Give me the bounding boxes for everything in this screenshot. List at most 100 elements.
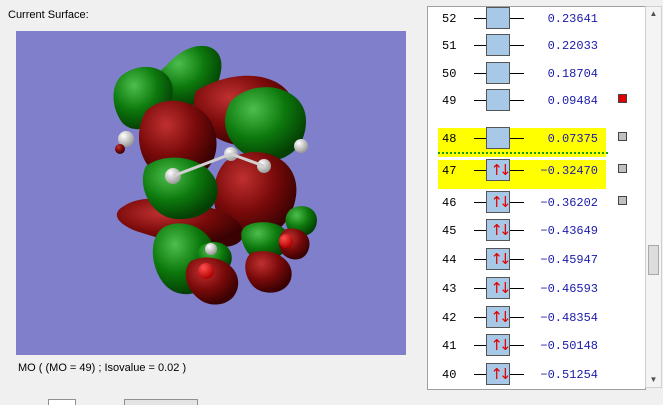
level-line-left bbox=[474, 18, 486, 19]
mo-row[interactable]: 50 0.18704 bbox=[428, 62, 645, 86]
level-line-left bbox=[474, 288, 486, 289]
mo-level-box[interactable]: ↑↓ bbox=[486, 277, 512, 299]
scroll-up-arrow-icon[interactable]: ▲ bbox=[646, 7, 661, 21]
mo-row[interactable]: 51 0.22033 bbox=[428, 34, 645, 58]
mo-row[interactable]: 45 ↑↓ −0.43649 bbox=[428, 219, 645, 243]
molecule-viewport[interactable] bbox=[16, 31, 406, 355]
mo-row[interactable]: 52 0.23641 bbox=[428, 7, 645, 31]
surface-panel: Current Surface: MO ((MO = 49) ; Isoval… bbox=[0, 0, 422, 392]
mo-level-box[interactable]: ↑↓ bbox=[486, 306, 512, 328]
mo-level-box[interactable] bbox=[486, 34, 510, 56]
mo-level-box[interactable]: ↑↓ bbox=[486, 363, 512, 385]
mo-row[interactable]: 44 ↑↓ −0.45947 bbox=[428, 248, 645, 272]
level-line-left bbox=[474, 73, 486, 74]
mo-energy: −0.48354 bbox=[540, 311, 598, 325]
level-line-right bbox=[510, 202, 524, 203]
mo-number: 50 bbox=[442, 67, 457, 81]
mo-energy: −0.32470 bbox=[540, 164, 598, 178]
surface-available-indicator[interactable] bbox=[618, 132, 627, 141]
bottom-toolbar bbox=[0, 393, 663, 405]
mo-number: 44 bbox=[442, 253, 457, 267]
mo-level-box[interactable]: ↑↓ bbox=[486, 248, 512, 270]
mo-row[interactable]: 41 ↑↓ −0.50148 bbox=[428, 334, 645, 358]
spin-pair-icon: ↑↓ bbox=[490, 193, 511, 211]
mo-row[interactable]: 46 ↑↓ −0.36202 bbox=[428, 191, 645, 215]
scroll-thumb[interactable] bbox=[648, 245, 659, 275]
mo-energy: −0.50148 bbox=[540, 339, 598, 353]
level-line-right bbox=[510, 138, 524, 139]
mo-level-box[interactable]: ↑↓ bbox=[486, 191, 512, 213]
spin-pair-icon: ↑↓ bbox=[490, 250, 511, 268]
mo-level-box[interactable]: ↑↓ bbox=[486, 159, 512, 181]
mo-number: 42 bbox=[442, 311, 457, 325]
mo-energy: −0.45947 bbox=[540, 253, 598, 267]
mo-number: 41 bbox=[442, 339, 457, 353]
mo-row[interactable]: 49 0.09484 bbox=[428, 89, 645, 113]
toolbar-dropdown[interactable] bbox=[124, 399, 198, 405]
level-line-right bbox=[510, 259, 524, 260]
mo-energy: −0.43649 bbox=[540, 224, 598, 238]
mo-level-box[interactable]: ↑↓ bbox=[486, 219, 512, 241]
level-line-right bbox=[510, 374, 524, 375]
spin-pair-icon: ↑↓ bbox=[490, 336, 511, 354]
mo-level-box[interactable] bbox=[486, 89, 510, 111]
toolbar-field[interactable] bbox=[48, 399, 76, 405]
mo-list[interactable]: 52 0.23641 51 0.22033 50 0.18704 49 0.09484 48 0.… bbox=[427, 6, 646, 390]
mo-energy: 0.07375 bbox=[547, 132, 598, 146]
mo-energy: −0.46593 bbox=[540, 282, 598, 296]
green-lobe-right bbox=[225, 87, 306, 161]
surface-available-indicator[interactable] bbox=[618, 196, 627, 205]
level-line-left bbox=[474, 345, 486, 346]
level-line-left bbox=[474, 100, 486, 101]
mo-number: 48 bbox=[442, 132, 457, 146]
orbital-render bbox=[113, 45, 317, 305]
homo-lumo-divider bbox=[438, 152, 608, 154]
level-line-right bbox=[510, 45, 524, 46]
mo-level-box[interactable]: ↑↓ bbox=[486, 334, 512, 356]
mo-caption: MO ( (MO = 49) ; Isovalue = 0.02 ) bbox=[18, 362, 187, 374]
mo-number: 43 bbox=[442, 282, 457, 296]
spin-pair-icon: ↑↓ bbox=[490, 161, 511, 179]
mo-energy: 0.09484 bbox=[547, 94, 598, 108]
mo-energy: 0.18704 bbox=[547, 67, 598, 81]
level-line-right bbox=[510, 100, 524, 101]
mo-energy: 0.22033 bbox=[547, 39, 598, 53]
level-line-left bbox=[474, 230, 486, 231]
surface-available-indicator[interactable] bbox=[618, 164, 627, 173]
mo-row[interactable]: 47 ↑↓ −0.32470 bbox=[428, 159, 645, 189]
level-line-left bbox=[474, 170, 486, 171]
level-line-left bbox=[474, 374, 486, 375]
mo-number: 40 bbox=[442, 368, 457, 382]
spin-pair-icon: ↑↓ bbox=[490, 221, 511, 239]
level-line-left bbox=[474, 317, 486, 318]
mo-number: 51 bbox=[442, 39, 457, 53]
spin-pair-icon: ↑↓ bbox=[490, 308, 511, 326]
mo-row[interactable]: 40 ↑↓ −0.51254 bbox=[428, 363, 645, 387]
mo-number: 45 bbox=[442, 224, 457, 238]
level-line-right bbox=[510, 230, 524, 231]
mo-number: 49 bbox=[442, 94, 457, 108]
spin-pair-icon: ↑↓ bbox=[490, 279, 511, 297]
mo-row[interactable]: 48 0.07375 bbox=[428, 127, 645, 157]
mo-level-box[interactable] bbox=[486, 62, 510, 84]
level-line-left bbox=[474, 202, 486, 203]
mo-list-scrollbar[interactable]: ▲ ▼ bbox=[645, 6, 662, 388]
mo-number: 52 bbox=[442, 12, 457, 26]
mo-row[interactable]: 43 ↑↓ −0.46593 bbox=[428, 277, 645, 301]
mo-number: 47 bbox=[442, 164, 457, 178]
level-line-left bbox=[474, 138, 486, 139]
mo-level-box[interactable] bbox=[486, 127, 510, 149]
level-line-right bbox=[510, 170, 524, 171]
mo-energy: −0.36202 bbox=[540, 196, 598, 210]
surface-shown-indicator[interactable] bbox=[618, 94, 627, 103]
spin-pair-icon: ↑↓ bbox=[490, 365, 511, 383]
level-line-right bbox=[510, 288, 524, 289]
level-line-left bbox=[474, 45, 486, 46]
mo-energy: 0.23641 bbox=[547, 12, 598, 26]
level-line-right bbox=[510, 18, 524, 19]
scroll-down-arrow-icon[interactable]: ▼ bbox=[646, 373, 661, 387]
mo-row[interactable]: 42 ↑↓ −0.48354 bbox=[428, 306, 645, 330]
mo-number: 46 bbox=[442, 196, 457, 210]
level-line-right bbox=[510, 317, 524, 318]
mo-level-box[interactable] bbox=[486, 7, 510, 29]
